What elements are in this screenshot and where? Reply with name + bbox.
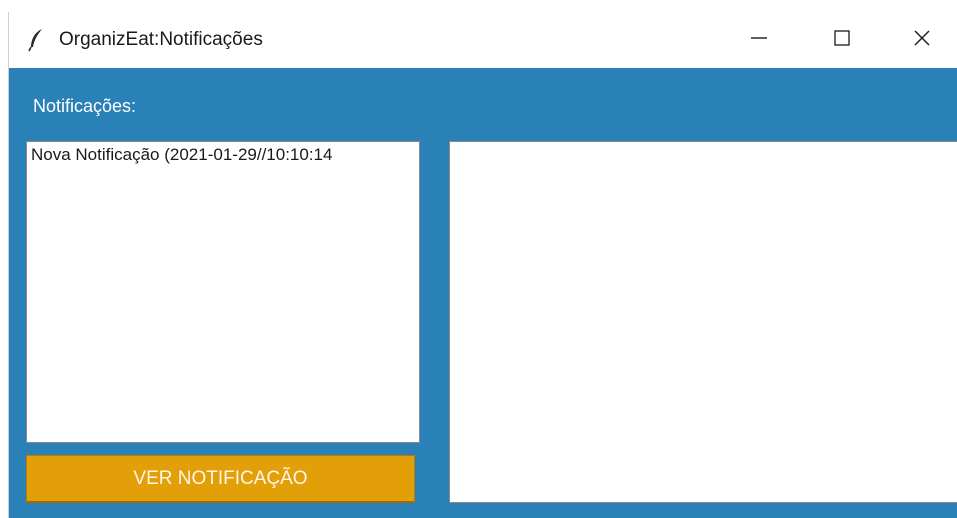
minimize-icon [750, 29, 768, 52]
minimize-button[interactable] [719, 12, 799, 68]
list-item[interactable]: Nova Notificação (2021-01-29//10:10:14 [27, 142, 419, 165]
feather-icon [27, 28, 47, 52]
notifications-label: Notificações: [33, 96, 137, 116]
view-notification-button[interactable]: VER NOTIFICAÇÃO [26, 455, 415, 503]
window-title: OrganizEat:Notificações [59, 29, 263, 50]
title-bar[interactable]: OrganizEat:Notificações [9, 12, 957, 68]
close-button[interactable] [885, 12, 957, 68]
app-window: OrganizEat:Notificações Notificações: No… [8, 12, 957, 518]
maximize-button[interactable] [802, 12, 882, 68]
maximize-icon [833, 29, 851, 52]
notification-detail-text[interactable] [449, 141, 957, 503]
close-icon [913, 29, 931, 52]
notifications-listbox[interactable]: Nova Notificação (2021-01-29//10:10:14 [26, 141, 420, 443]
notifications-panel: Notificações: Nova Notificação (2021-01-… [9, 68, 957, 518]
